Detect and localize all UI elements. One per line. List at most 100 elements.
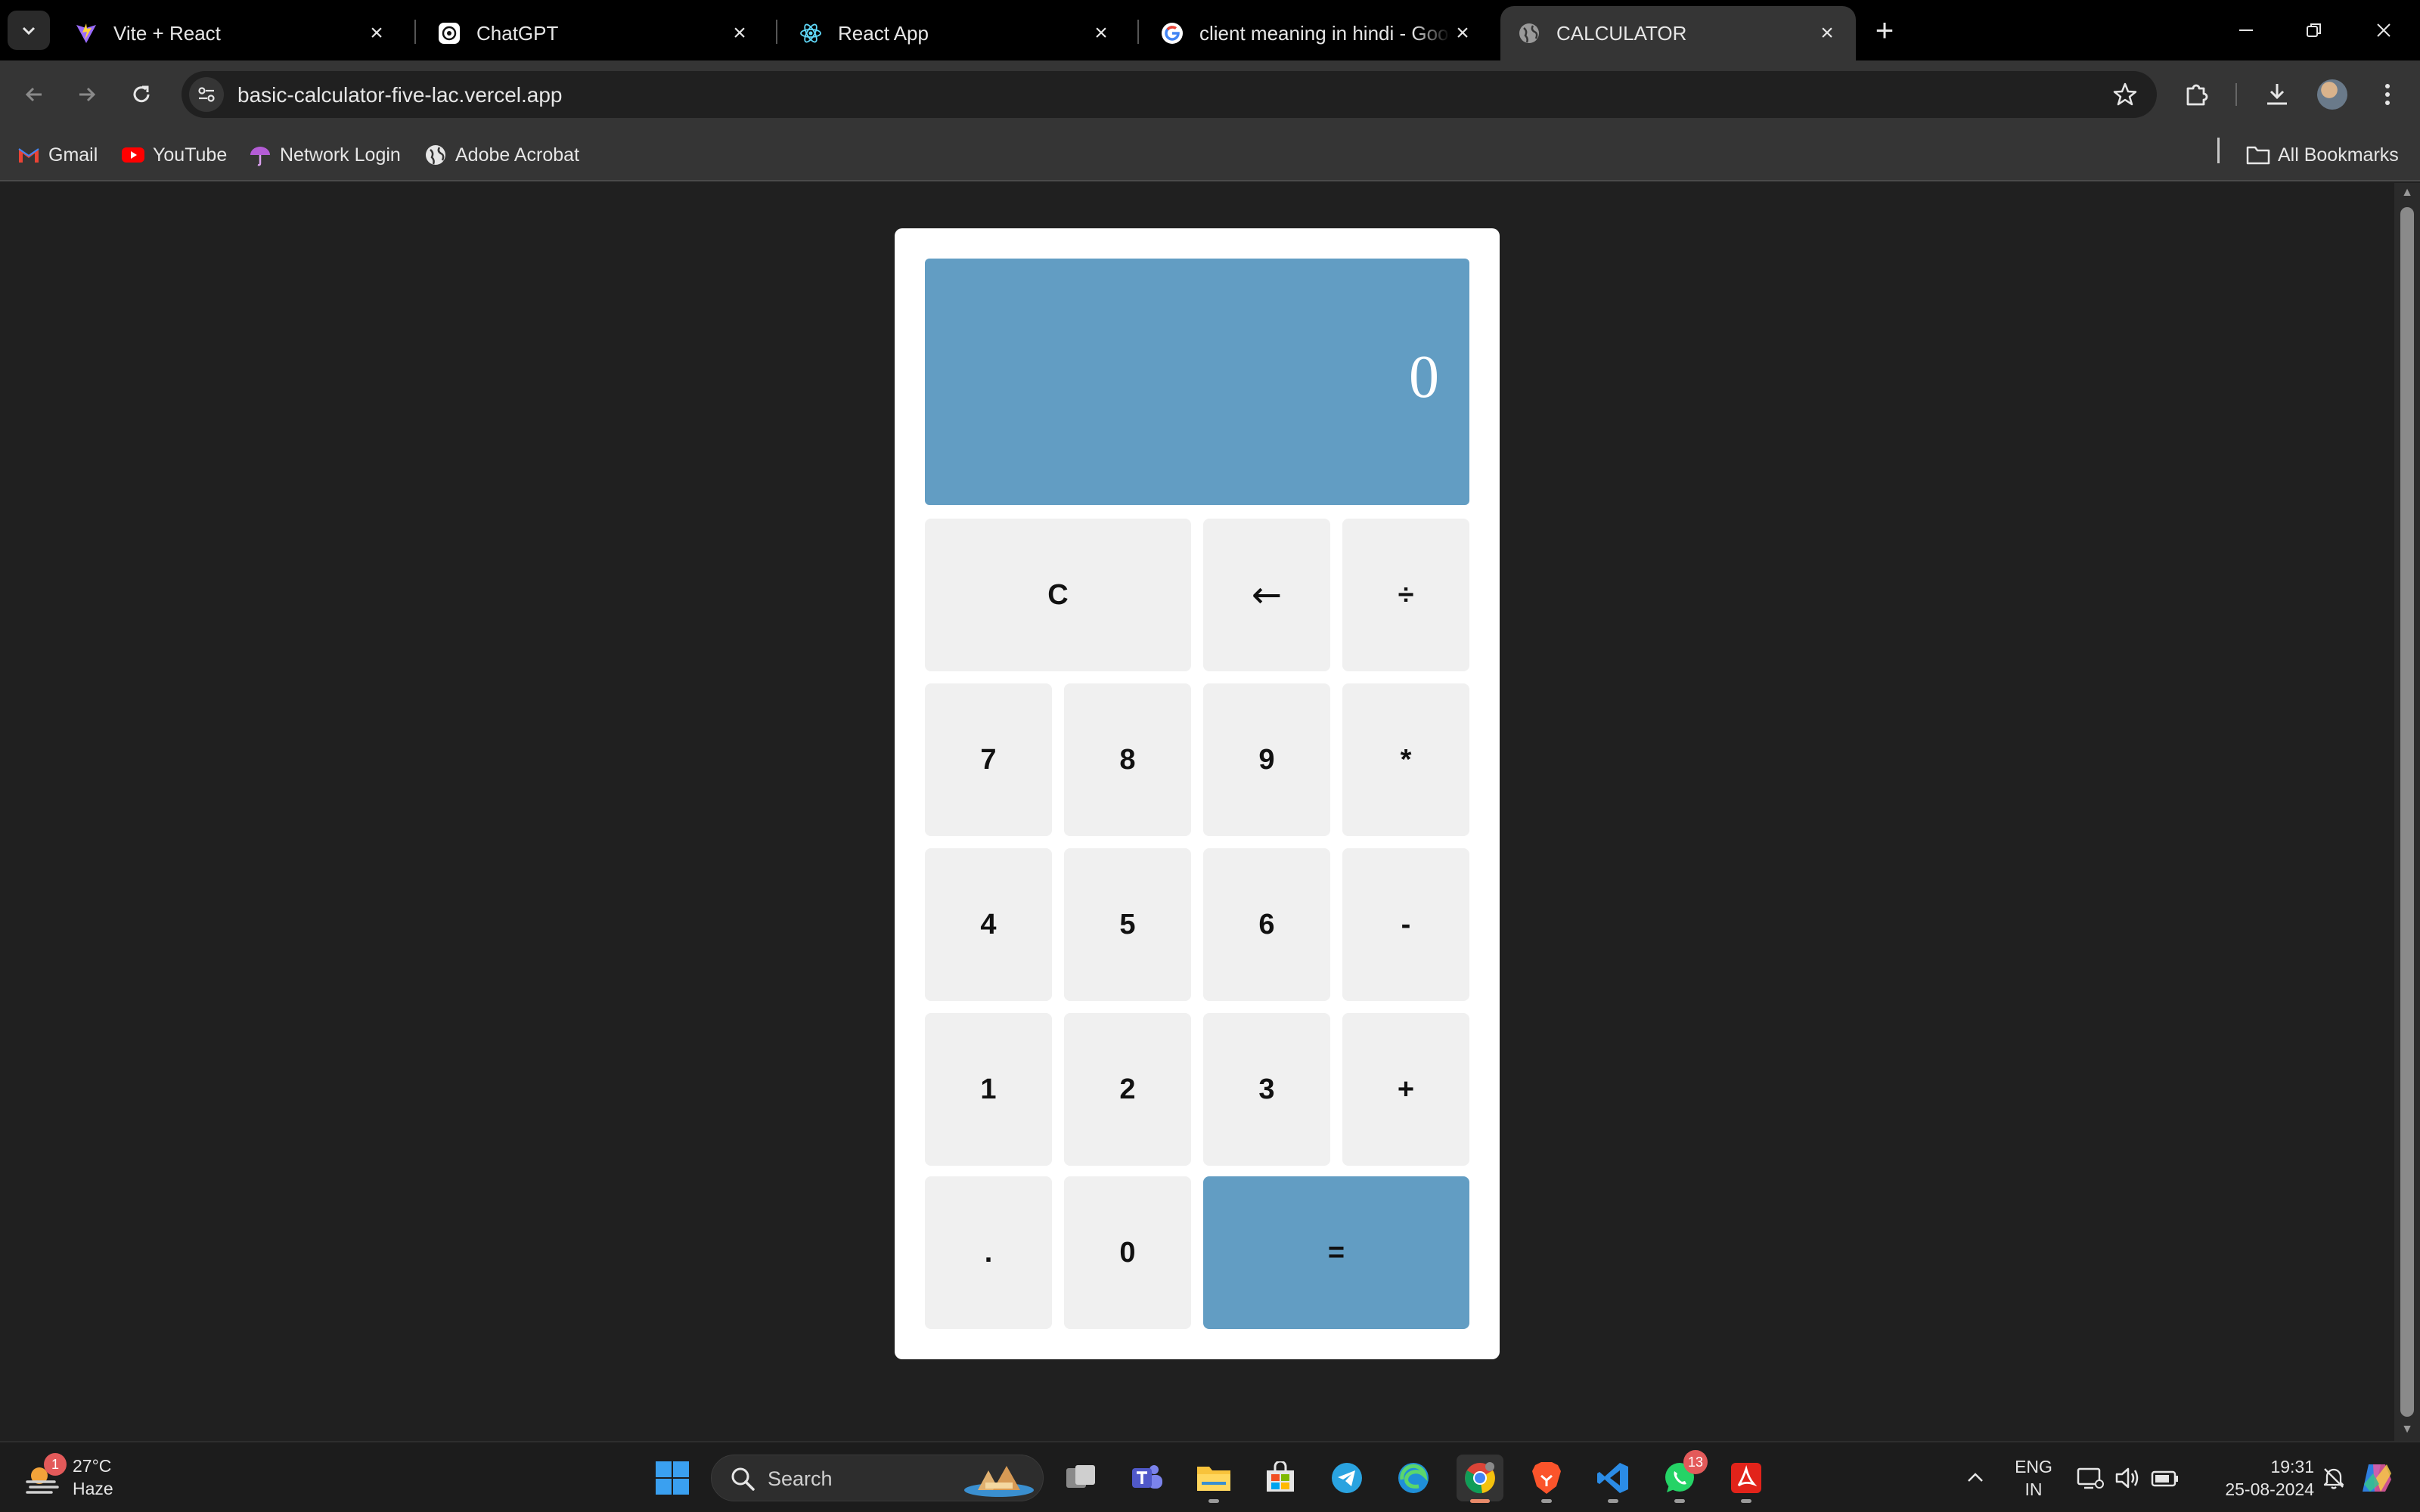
close-icon[interactable]: × <box>1089 20 1113 45</box>
tab-search-button[interactable] <box>8 11 50 50</box>
acrobat-icon <box>1731 1463 1761 1493</box>
tab-vite-react[interactable]: Vite + React × <box>57 6 405 60</box>
key-5[interactable]: 5 <box>1064 848 1191 1001</box>
extensions-button[interactable] <box>2178 76 2216 113</box>
react-icon <box>799 21 823 45</box>
bookmarks-separator <box>2217 138 2220 163</box>
key-0[interactable]: 0 <box>1064 1176 1191 1329</box>
browser-menu-button[interactable] <box>2369 76 2406 113</box>
address-bar[interactable]: basic-calculator-five-lac.vercel.app <box>182 71 2157 118</box>
start-button[interactable] <box>649 1455 696 1501</box>
bookmark-adobe-acrobat[interactable]: Adobe Acrobat <box>424 141 579 169</box>
plus-button[interactable]: + <box>1342 1013 1469 1166</box>
close-icon[interactable]: × <box>1450 20 1475 45</box>
tab-google-search[interactable]: client meaning in hindi - Google × <box>1143 6 1491 60</box>
telegram-icon <box>1332 1463 1362 1493</box>
clock-time: 19:31 <box>2270 1457 2314 1476</box>
windows-logo-icon <box>656 1461 689 1495</box>
tab-title: React App <box>838 21 929 45</box>
clear-button[interactable]: C <box>925 519 1191 671</box>
running-indicator <box>1741 1499 1751 1503</box>
search-placeholder: Search <box>768 1467 833 1490</box>
vscode-button[interactable] <box>1590 1455 1637 1503</box>
decimal-button[interactable]: . <box>925 1176 1052 1329</box>
chevron-up-icon <box>1968 1473 1983 1482</box>
clock[interactable]: 19:31 25-08-2024 <box>2193 1455 2314 1501</box>
region-code: IN <box>2024 1479 2043 1499</box>
notifications-button[interactable] <box>2319 1455 2349 1501</box>
key-1[interactable]: 1 <box>925 1013 1052 1166</box>
tab-chatgpt[interactable]: ChatGPT × <box>420 6 768 60</box>
scroll-down-icon[interactable]: ▼ <box>2400 1423 2414 1436</box>
bookmark-network-login[interactable]: Network Login <box>248 141 401 169</box>
battery-button[interactable] <box>2148 1455 2183 1501</box>
copilot-button[interactable] <box>2355 1455 2397 1501</box>
teams-button[interactable] <box>1124 1455 1171 1501</box>
chevron-down-icon <box>22 26 36 36</box>
close-icon[interactable]: × <box>1815 20 1839 45</box>
back-button[interactable] <box>15 76 53 113</box>
close-icon[interactable]: × <box>728 20 752 45</box>
arrow-right-icon <box>79 87 96 102</box>
taskbar-search[interactable]: Search <box>711 1455 1044 1501</box>
bookmark-label: Adobe Acrobat <box>455 144 580 166</box>
folder-icon <box>1197 1467 1230 1491</box>
backspace-button[interactable]: ← <box>1203 519 1330 671</box>
browser-toolbar: basic-calculator-five-lac.vercel.app <box>0 60 2420 129</box>
task-view-button[interactable] <box>1057 1455 1104 1501</box>
site-info-button[interactable] <box>189 77 224 112</box>
key-9[interactable]: 9 <box>1203 683 1330 836</box>
forward-button[interactable] <box>68 76 106 113</box>
equals-button[interactable]: = <box>1203 1176 1469 1329</box>
file-explorer-button[interactable] <box>1190 1455 1237 1503</box>
scrollbar-thumb[interactable] <box>2400 207 2414 1417</box>
minimize-button[interactable] <box>2223 9 2269 51</box>
bookmark-star-button[interactable] <box>2110 79 2140 110</box>
chrome-button[interactable] <box>1457 1455 1503 1503</box>
key-4[interactable]: 4 <box>925 848 1052 1001</box>
show-hidden-icons-button[interactable] <box>1959 1455 1992 1501</box>
window-close-button[interactable] <box>2361 9 2406 51</box>
microsoft-store-button[interactable] <box>1257 1455 1304 1501</box>
network-status-button[interactable] <box>2072 1455 2108 1501</box>
brave-button[interactable] <box>1523 1455 1570 1503</box>
key-2[interactable]: 2 <box>1064 1013 1191 1166</box>
page-scrollbar[interactable]: ▲ ▼ <box>2394 183 2420 1441</box>
puzzle-icon <box>2186 84 2208 106</box>
multiply-button[interactable]: * <box>1342 683 1469 836</box>
minus-button[interactable]: - <box>1342 848 1469 1001</box>
url-text[interactable]: basic-calculator-five-lac.vercel.app <box>237 83 563 107</box>
globe-icon <box>1517 21 1541 45</box>
key-3[interactable]: 3 <box>1203 1013 1330 1166</box>
bookmark-youtube[interactable]: YouTube <box>121 141 227 169</box>
key-7[interactable]: 7 <box>925 683 1052 836</box>
new-tab-button[interactable]: + <box>1866 12 1903 48</box>
all-bookmarks-button[interactable]: All Bookmarks <box>2246 141 2399 169</box>
clock-date: 25-08-2024 <box>2225 1479 2314 1499</box>
telegram-button[interactable] <box>1323 1455 1370 1501</box>
tab-react-app[interactable]: React App × <box>782 6 1130 60</box>
whatsapp-button[interactable]: 13 <box>1656 1450 1708 1503</box>
language-indicator[interactable]: ENG IN <box>2007 1455 2060 1501</box>
windows-taskbar: 1 27°C Haze Search 13 ENG IN 19:31 25-08… <box>0 1441 2420 1512</box>
tab-calculator[interactable]: CALCULATOR × <box>1500 6 1856 60</box>
bookmark-gmail[interactable]: Gmail <box>17 141 98 169</box>
globe-icon <box>424 143 448 167</box>
tab-separator <box>776 20 777 44</box>
weather-widget[interactable]: 1 27°C Haze <box>23 1453 113 1500</box>
key-6[interactable]: 6 <box>1203 848 1330 1001</box>
calculator-card: 0 C ← ÷ 7 8 9 * 4 5 6 - 1 2 3 + . 0 = <box>895 228 1500 1359</box>
scroll-up-icon[interactable]: ▲ <box>2400 186 2414 200</box>
divide-button[interactable]: ÷ <box>1342 519 1469 671</box>
acrobat-button[interactable] <box>1723 1455 1770 1503</box>
profile-avatar[interactable] <box>2317 79 2347 110</box>
downloads-button[interactable] <box>2258 76 2296 113</box>
key-8[interactable]: 8 <box>1064 683 1191 836</box>
close-icon[interactable]: × <box>365 20 389 45</box>
volume-button[interactable] <box>2111 1455 2145 1501</box>
restore-button[interactable] <box>2291 9 2337 51</box>
reload-button[interactable] <box>123 76 160 113</box>
edge-button[interactable] <box>1390 1455 1437 1501</box>
tab-title: Vite + React <box>113 21 221 45</box>
bookmarks-bar: Gmail YouTube Network Login Adobe Acroba… <box>0 129 2420 181</box>
